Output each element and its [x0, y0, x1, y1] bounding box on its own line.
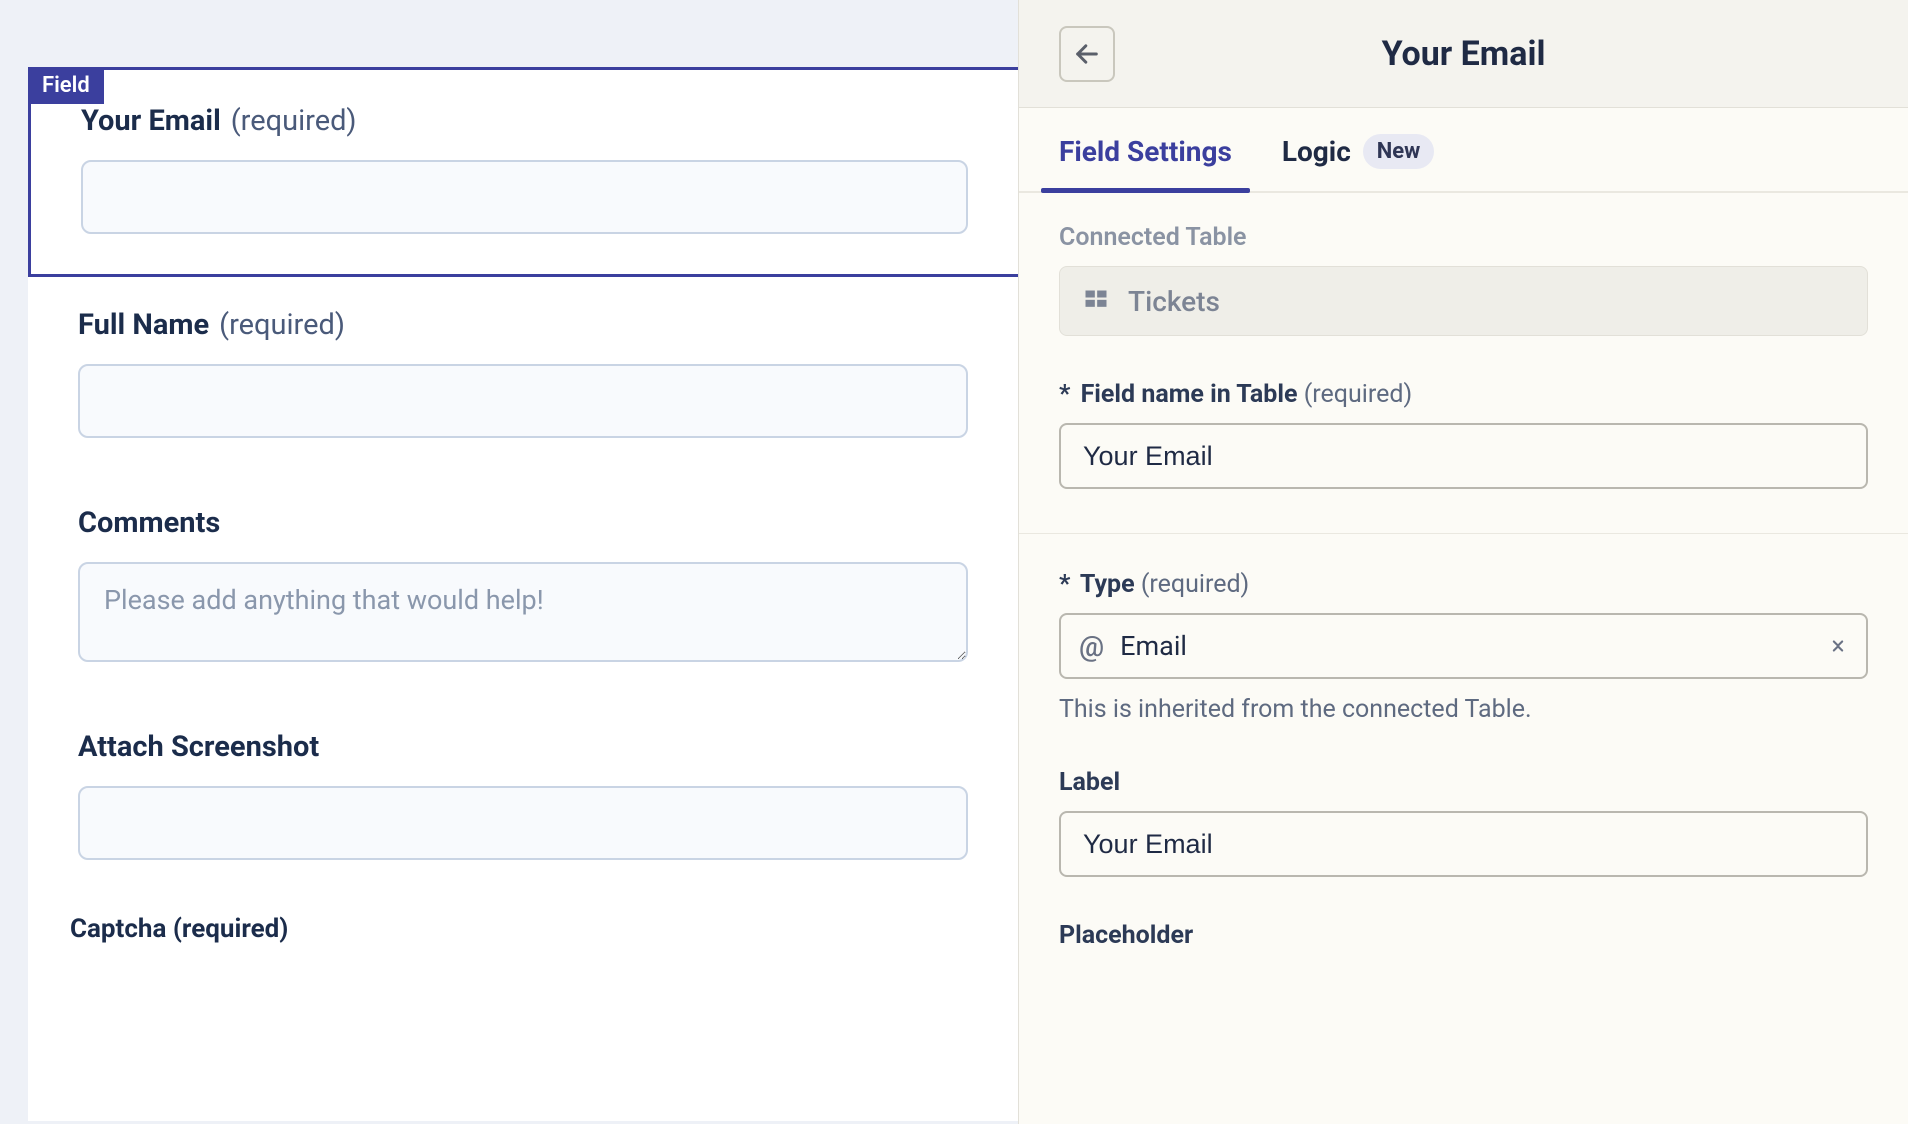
panel-header: Your Email [1019, 0, 1908, 108]
divider [1019, 533, 1908, 534]
arrow-left-icon [1073, 40, 1101, 68]
field-label: Comments [78, 506, 220, 540]
setting-connected-table: Connected Table Tickets [1059, 223, 1868, 336]
form-canvas: Field Your Email (required) Full Name (r… [28, 67, 1018, 1121]
field-input-full-name[interactable] [78, 364, 968, 438]
field-name-input[interactable] [1059, 423, 1868, 489]
form-field-your-email[interactable]: Field Your Email (required) [28, 67, 1018, 277]
field-input-your-email[interactable] [81, 160, 968, 234]
back-button[interactable] [1059, 26, 1115, 82]
panel-tabs: Field Settings Logic New [1019, 108, 1908, 193]
type-value: Email [1120, 630, 1187, 662]
required-mark: * [1059, 570, 1070, 599]
settings-panel: Your Email Field Settings Logic New Conn… [1018, 0, 1908, 1124]
label-input[interactable] [1059, 811, 1868, 877]
new-badge: New [1363, 134, 1435, 169]
setting-type: * Type (required) @ Email This is inheri… [1059, 570, 1868, 724]
captcha-label: Captcha (required) [70, 914, 288, 944]
connected-table-value: Tickets [1059, 266, 1868, 336]
setting-placeholder: Placeholder [1059, 921, 1868, 950]
panel-title: Your Email [1115, 34, 1812, 74]
at-sign-icon: @ [1079, 630, 1104, 663]
table-icon [1082, 287, 1110, 315]
field-label: Full Name [78, 308, 209, 342]
setting-label: Label [1059, 768, 1868, 877]
setting-label: * Field name in Table (required) [1059, 380, 1868, 409]
setting-label: Placeholder [1059, 921, 1868, 950]
field-textarea-comments[interactable] [78, 562, 968, 662]
required-text: (required) [1304, 380, 1412, 409]
label-text: Type [1080, 570, 1135, 599]
chevron-up-down-icon [1828, 629, 1848, 663]
type-select[interactable]: @ Email [1059, 613, 1868, 679]
field-label: Attach Screenshot [78, 730, 319, 764]
setting-label: Connected Table [1059, 223, 1868, 252]
setting-label: * Type (required) [1059, 570, 1868, 599]
field-tag: Field [28, 67, 104, 104]
form-canvas-wrap: Field Your Email (required) Full Name (r… [0, 0, 1018, 1124]
form-field-full-name[interactable]: Full Name (required) [28, 274, 1018, 472]
connected-table-name: Tickets [1128, 285, 1220, 318]
panel-body: Connected Table Tickets * Field name in … [1019, 193, 1908, 1124]
form-field-captcha[interactable]: Captcha (required) [28, 894, 1018, 964]
form-field-comments[interactable]: Comments [28, 472, 1018, 696]
setting-label: Label [1059, 768, 1868, 797]
tab-logic[interactable]: Logic New [1282, 108, 1435, 191]
type-helper-text: This is inherited from the connected Tab… [1059, 695, 1868, 724]
app-root: Field Your Email (required) Full Name (r… [0, 0, 1908, 1124]
required-text: (required) [1141, 570, 1249, 599]
form-field-attach-screenshot[interactable]: Attach Screenshot [28, 696, 1018, 894]
field-required: (required) [219, 308, 345, 342]
field-label: Your Email [81, 104, 221, 138]
required-mark: * [1059, 380, 1070, 409]
field-required: (required) [231, 104, 357, 138]
tab-label: Field Settings [1059, 135, 1232, 168]
field-input-attachment[interactable] [78, 786, 968, 860]
setting-field-name: * Field name in Table (required) [1059, 380, 1868, 489]
tab-field-settings[interactable]: Field Settings [1059, 108, 1232, 191]
tab-label: Logic [1282, 135, 1351, 168]
label-text: Field name in Table [1081, 380, 1298, 409]
